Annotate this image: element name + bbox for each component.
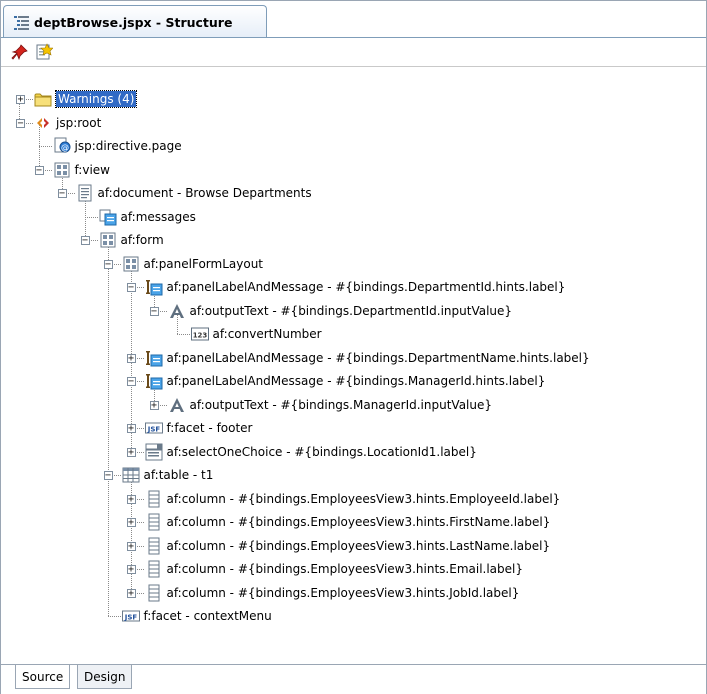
tree-node-label[interactable]: f:facet - footer: [167, 420, 253, 436]
collapse-icon[interactable]: −: [149, 306, 159, 316]
collapse-icon[interactable]: −: [126, 377, 136, 387]
output-text-icon: [169, 303, 184, 318]
tree-connector: [84, 216, 98, 218]
column-icon: [148, 560, 159, 578]
expand-icon[interactable]: +: [126, 588, 136, 598]
tree-node-label[interactable]: af:column - #{bindings.EmployeesView3.hi…: [167, 561, 524, 577]
expand-icon[interactable]: +: [126, 565, 136, 575]
jsf-facet-icon: JSF: [144, 422, 163, 434]
tree-connector: [107, 242, 109, 616]
bottom-tabs: Source Design: [1, 664, 706, 694]
jsf-facet-icon: JSF: [121, 610, 140, 622]
icon-glyph-text: JSF: [123, 614, 137, 622]
tree-node-label[interactable]: f:facet - contextMenu: [144, 608, 272, 624]
collapse-icon[interactable]: −: [80, 236, 90, 246]
directive-icon: @: [54, 137, 70, 153]
tree-node-label[interactable]: af:convertNumber: [213, 326, 322, 342]
expand-icon[interactable]: +: [16, 95, 25, 105]
tree-connector: [38, 146, 52, 147]
tab-design[interactable]: Design: [77, 665, 133, 689]
jsp-root-icon: [37, 117, 49, 128]
tree-node-label[interactable]: af:column - #{bindings.EmployeesView3.hi…: [167, 491, 561, 507]
tab-title: deptBrowse.jspx - Structure: [34, 15, 233, 30]
tree-node-label[interactable]: af:outputText - #{bindings.ManagerId.inp…: [190, 397, 493, 413]
expand-icon[interactable]: +: [126, 541, 136, 551]
expand-icon[interactable]: +: [126, 518, 136, 528]
column-icon: [148, 513, 159, 531]
collapse-icon[interactable]: −: [16, 118, 25, 128]
panel-label-icon: [145, 350, 162, 366]
icon-glyph-text: 123: [192, 332, 207, 340]
panel-label-icon: [145, 374, 162, 390]
tree-connector: [107, 616, 121, 617]
structure-tree: + Warnings (4) − jsp:root @ jsp:directive.pag…: [1, 67, 706, 653]
tab-strip: deptBrowse.jspx - Structure: [1, 1, 706, 38]
structure-window: deptBrowse.jspx - Structure + Warnings (4…: [0, 0, 707, 694]
expand-icon[interactable]: +: [126, 447, 136, 457]
collapse-icon[interactable]: −: [103, 471, 113, 481]
toolbar: [1, 38, 706, 67]
svg-text:@: @: [61, 143, 69, 152]
column-icon: [148, 490, 159, 507]
column-icon: [148, 584, 159, 601]
tree-node-label[interactable]: jsp:directive.page: [75, 138, 182, 154]
expand-icon[interactable]: +: [126, 353, 136, 363]
tree-node-label[interactable]: af:panelFormLayout: [144, 256, 264, 272]
tree-node-label[interactable]: af:document - Browse Departments: [98, 185, 312, 201]
convert-number-icon: 123: [190, 327, 209, 341]
expand-icon[interactable]: +: [149, 400, 159, 410]
panel-form-layout-icon: [123, 256, 138, 271]
tree-node-label[interactable]: af:panelLabelAndMessage - #{bindings.Dep…: [167, 279, 566, 295]
tree-node-label[interactable]: af:selectOneChoice - #{bindings.Location…: [167, 444, 477, 460]
expand-icon[interactable]: +: [126, 494, 136, 504]
collapse-icon[interactable]: −: [57, 189, 67, 199]
structure-tab[interactable]: deptBrowse.jspx - Structure: [3, 5, 267, 37]
structure-icon: [14, 16, 29, 30]
document-icon: [78, 184, 91, 202]
collapse-icon[interactable]: −: [126, 283, 136, 293]
icon-glyph-text: JSF: [146, 426, 160, 434]
tree-node-label[interactable]: af:column - #{bindings.EmployeesView3.hi…: [167, 585, 520, 601]
tree-node-label[interactable]: Warnings (4): [54, 90, 138, 108]
tree-node-label[interactable]: af:form: [121, 232, 164, 248]
tree-node-label[interactable]: af:panelLabelAndMessage - #{bindings.Man…: [167, 373, 546, 389]
tree-node-label[interactable]: af:outputText - #{bindings.DepartmentId.…: [190, 303, 513, 319]
column-icon: [148, 537, 159, 554]
tree-node-label[interactable]: f:view: [75, 162, 110, 178]
tree-connector: [176, 334, 190, 335]
folder-icon: [34, 93, 52, 107]
pin-icon[interactable]: [11, 43, 29, 61]
output-text-icon: [169, 397, 184, 412]
messages-icon: [99, 209, 116, 225]
form-icon: [100, 232, 115, 248]
collapse-icon[interactable]: −: [34, 165, 44, 175]
tab-source[interactable]: Source: [15, 665, 71, 689]
tree-node-label[interactable]: af:messages: [121, 209, 196, 225]
table-icon: [122, 467, 139, 483]
tree-node-label[interactable]: af:table - t1: [144, 467, 214, 483]
tree-node-label[interactable]: af:panelLabelAndMessage - #{bindings.Dep…: [167, 350, 590, 366]
tree-node-label[interactable]: af:column - #{bindings.EmployeesView3.hi…: [167, 538, 551, 554]
panel-label-icon: [145, 280, 162, 296]
view-icon: [54, 162, 69, 177]
select-choice-icon: [145, 443, 162, 460]
expand-icon[interactable]: +: [126, 424, 136, 434]
collapse-icon[interactable]: −: [103, 259, 113, 269]
new-document-icon[interactable]: [35, 43, 53, 61]
tree-node-label[interactable]: af:column - #{bindings.EmployeesView3.hi…: [167, 514, 551, 530]
tree-node-label[interactable]: jsp:root: [56, 115, 101, 131]
